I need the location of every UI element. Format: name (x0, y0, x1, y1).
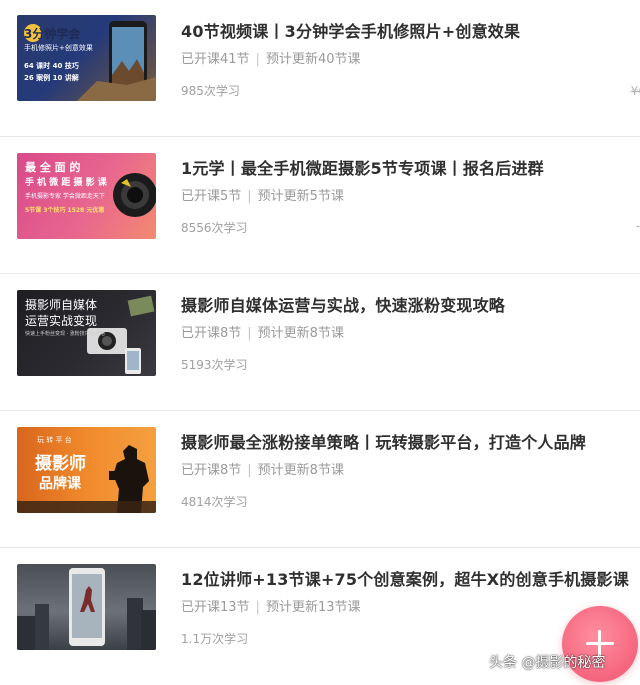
original-price: ¥6 (630, 84, 640, 98)
course-meta: 已开课5节 | 预计更新5节课 (181, 185, 344, 204)
thumbnail-art (17, 568, 156, 650)
meta-divider: | (255, 600, 260, 615)
lessons-planned: 预计更新5节课 (257, 189, 344, 204)
course-title[interactable]: 摄影师最全涨粉接单策略丨玩转摄影平台，打造个人品牌 (181, 429, 633, 453)
course-meta: 已开课8节 | 预计更新8节课 (181, 459, 344, 478)
course-title[interactable]: 1元学丨最全手机微距摄影5节专项课丨报名后进群 (181, 155, 633, 179)
lessons-planned: 预计更新40节课 (265, 52, 361, 67)
lessons-planned: 预计更新8节课 (257, 326, 344, 341)
course-meta: 已开课8节 | 预计更新8节课 (181, 322, 344, 341)
meta-divider: | (247, 326, 252, 341)
course-title[interactable]: 12位讲师+13节课+75个创意案例，超牛X的创意手机摄影课 (181, 566, 633, 590)
course-item[interactable]: 最 全 面 的 手 机 微 距 摄 影 课 手机摄影专家 学会微距走天下 5节课… (0, 137, 640, 274)
thumbnail-headline: 品牌课 (39, 476, 81, 492)
lessons-opened: 已开课8节 (181, 463, 242, 478)
lessons-opened: 已开课13节 (181, 600, 250, 615)
course-meta: 已开课41节 | 预计更新40节课 (181, 48, 360, 67)
course-item[interactable]: 摄影师自媒体 运营实战变现 快速上手粉丝变现 · 涨粉技巧全攻略 摄影师自媒体运… (0, 274, 640, 411)
lessons-planned: 预计更新8节课 (257, 463, 344, 478)
thumbnail-subtitle: 快速上手粉丝变现 · 涨粉技巧全攻略 (25, 331, 105, 337)
thumbnail-headline: 手 机 微 距 摄 影 课 (25, 178, 107, 188)
thumbnail-stat: 26 案例 10 讲解 (24, 74, 79, 82)
meta-divider: | (247, 189, 252, 204)
course-item[interactable]: 3分钟学会 手机修照片+创意效果 64 课时 40 技巧 26 案例 10 讲解… (0, 0, 640, 137)
course-list: 3分钟学会 手机修照片+创意效果 64 课时 40 技巧 26 案例 10 讲解… (0, 0, 640, 685)
course-thumbnail[interactable]: 玩 转 平 台 摄影师 品牌课 (17, 427, 156, 513)
course-title[interactable]: 40节视频课丨3分钟学会手机修照片+创意效果 (181, 18, 633, 42)
thumbnail-headline: 摄影师 (35, 454, 86, 474)
lessons-opened: 已开课41节 (181, 52, 250, 67)
course-title[interactable]: 摄影师自媒体运营与实战，快速涨粉变现攻略 (181, 292, 633, 316)
learner-count: 4814次学习 (181, 495, 248, 509)
thumbnail-subtitle: 手机摄影专家 学会微距走天下 (25, 193, 105, 200)
thumbnail-headline: 最 全 面 的 (25, 161, 81, 174)
course-thumbnail[interactable] (17, 564, 156, 650)
watermark: 头条 @摄影的秘密 (489, 655, 606, 671)
course-thumbnail[interactable]: 摄影师自媒体 运营实战变现 快速上手粉丝变现 · 涨粉技巧全攻略 (17, 290, 156, 376)
course-item[interactable]: 玩 转 平 台 摄影师 品牌课 摄影师最全涨粉接单策略丨玩转摄影平台，打造个人品… (0, 411, 640, 548)
thumbnail-stat: 64 课时 40 技巧 (24, 62, 79, 70)
learner-count: 1.1万次学习 (181, 632, 249, 646)
meta-divider: | (247, 463, 252, 478)
thumbnail-stat: 5节课 3个技巧 1528 元优惠 (25, 207, 105, 214)
thumbnail-headline: 运营实战变现 (25, 314, 98, 328)
thumbnail-headline: 3分钟学会 (24, 27, 81, 41)
meta-divider: | (255, 52, 260, 67)
lessons-opened: 已开课5节 (181, 189, 242, 204)
course-thumbnail[interactable]: 3分钟学会 手机修照片+创意效果 64 课时 40 技巧 26 案例 10 讲解 (17, 15, 156, 101)
thumbnail-subtitle: 玩 转 平 台 (37, 436, 72, 444)
learner-count: 985次学习 (181, 84, 240, 98)
thumbnail-subtitle: 手机修照片+创意效果 (24, 44, 93, 52)
thumbnail-headline: 摄影师自媒体 (25, 298, 98, 312)
course-thumbnail[interactable]: 最 全 面 的 手 机 微 距 摄 影 课 手机摄影专家 学会微距走天下 5节课… (17, 153, 156, 239)
learner-count: 5193次学习 (181, 358, 248, 372)
learner-count: 8556次学习 (181, 221, 248, 235)
course-meta: 已开课13节 | 预计更新13节课 (181, 596, 360, 615)
price-indicator: - (635, 219, 640, 233)
lessons-planned: 预计更新13节课 (265, 600, 361, 615)
lessons-opened: 已开课8节 (181, 326, 242, 341)
